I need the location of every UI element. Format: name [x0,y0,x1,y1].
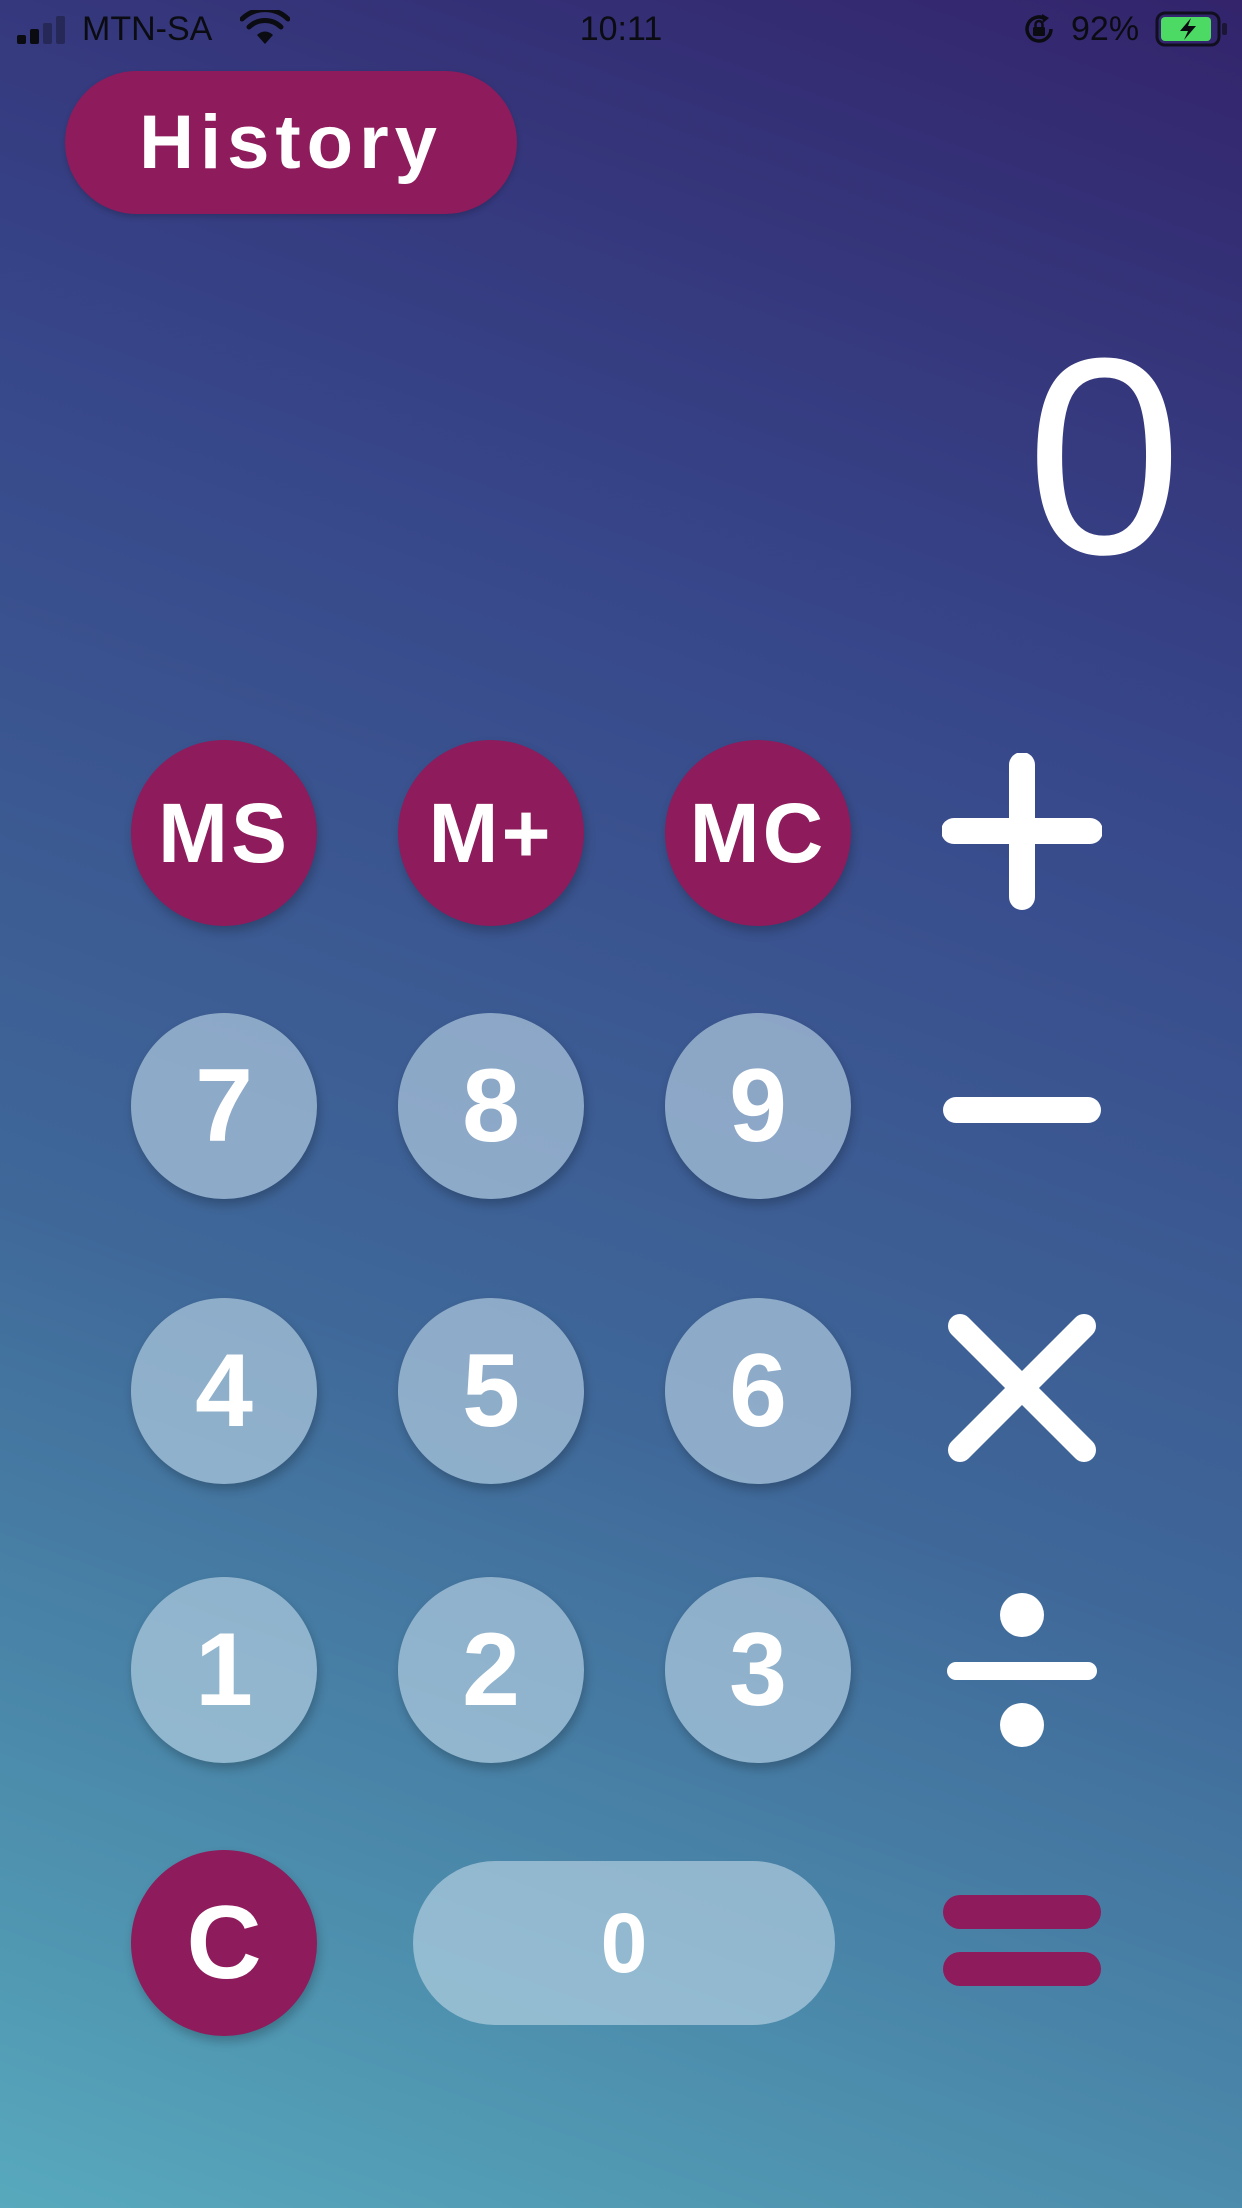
digit-3-button[interactable]: 3 [665,1577,851,1763]
clear-button[interactable]: C [131,1850,317,2036]
digit-5-button[interactable]: 5 [398,1298,584,1484]
digit-1-button[interactable]: 1 [131,1577,317,1763]
digit-6-button[interactable]: 6 [665,1298,851,1484]
orientation-lock-icon [1025,14,1053,43]
digit-0-button[interactable]: 0 [413,1861,835,2025]
digit-4-button[interactable]: 4 [131,1298,317,1484]
plus-icon [942,753,1102,910]
history-button[interactable]: History [65,71,517,214]
equals-button[interactable] [942,1862,1102,2022]
minus-icon [943,1097,1101,1123]
digit-9-button[interactable]: 9 [665,1013,851,1199]
memory-add-button[interactable]: M+ [398,740,584,926]
status-bar: MTN-SA 10:11 92% [0,0,1242,60]
memory-clear-button[interactable]: MC [665,740,851,926]
divide-button[interactable] [942,1589,1102,1749]
result-display: 0 [1026,301,1182,613]
plus-button[interactable] [942,753,1102,913]
battery-icon [1155,11,1227,47]
digit-2-button[interactable]: 2 [398,1577,584,1763]
multiply-icon [948,1314,1096,1462]
digit-8-button[interactable]: 8 [398,1013,584,1199]
battery-percent: 92% [1071,10,1140,48]
equals-icon [943,1895,1101,1986]
memory-store-button[interactable]: MS [131,740,317,926]
multiply-button[interactable] [942,1308,1102,1468]
divide-icon [947,1593,1097,1747]
minus-button[interactable] [942,1030,1102,1190]
digit-7-button[interactable]: 7 [131,1013,317,1199]
